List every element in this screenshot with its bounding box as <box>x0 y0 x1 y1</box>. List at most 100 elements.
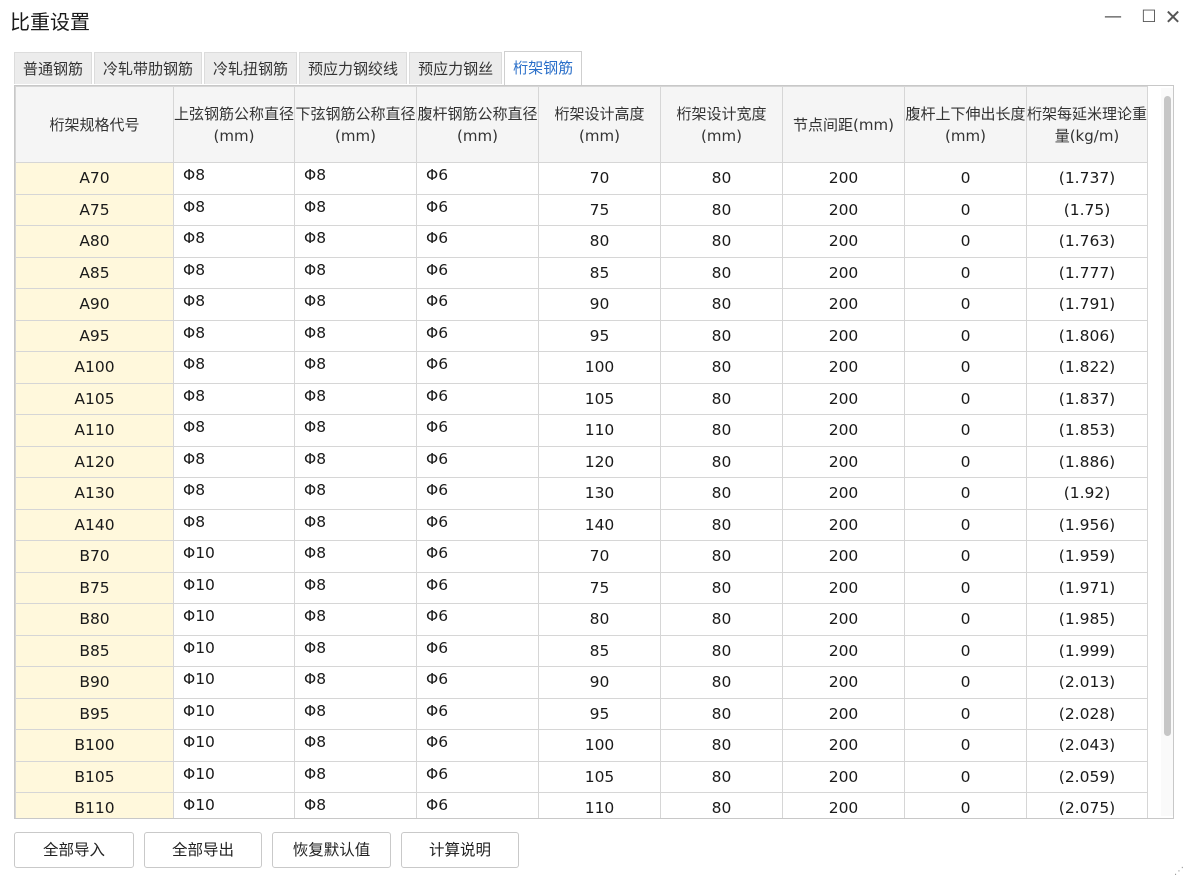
cell-spec-code[interactable]: B100 <box>15 729 174 762</box>
cell-bottom-chord-dia[interactable]: Φ8 <box>294 319 417 352</box>
cell-unit-weight[interactable]: (2.059) <box>1026 760 1148 793</box>
column-header[interactable]: 桁架设计宽度(mm) <box>660 86 783 163</box>
column-header[interactable]: 下弦钢筋公称直径(mm) <box>294 86 417 163</box>
cell-node-spacing[interactable]: 200 <box>782 540 905 573</box>
cell-web-extension[interactable]: 0 <box>904 445 1027 478</box>
cell-node-spacing[interactable]: 200 <box>782 256 905 289</box>
maximize-icon[interactable]: ☐ <box>1136 4 1162 30</box>
cell-web-dia[interactable]: Φ6 <box>416 351 539 384</box>
cell-bottom-chord-dia[interactable]: Φ8 <box>294 256 417 289</box>
restore-default-button[interactable]: 恢复默认值 <box>272 832 391 868</box>
cell-bottom-chord-dia[interactable]: Φ8 <box>294 697 417 730</box>
tab-truss-rebar[interactable]: 桁架钢筋 <box>504 51 583 85</box>
cell-width[interactable]: 80 <box>660 634 783 667</box>
cell-bottom-chord-dia[interactable]: Φ8 <box>294 540 417 573</box>
cell-height[interactable]: 75 <box>538 193 661 226</box>
calc-help-button[interactable]: 计算说明 <box>401 832 519 868</box>
cell-web-extension[interactable]: 0 <box>904 603 1027 636</box>
column-header[interactable]: 桁架设计高度(mm) <box>538 86 661 163</box>
cell-top-chord-dia[interactable]: Φ8 <box>173 477 295 510</box>
cell-spec-code[interactable]: B85 <box>15 634 174 667</box>
cell-spec-code[interactable]: A130 <box>15 477 174 510</box>
table-row[interactable]: A140 Φ8 Φ8 Φ6 140 80 200 0 (1.956) <box>15 508 1148 541</box>
cell-height[interactable]: 120 <box>538 445 661 478</box>
cell-bottom-chord-dia[interactable]: Φ8 <box>294 729 417 762</box>
cell-node-spacing[interactable]: 200 <box>782 414 905 447</box>
cell-web-dia[interactable]: Φ6 <box>416 729 539 762</box>
cell-spec-code[interactable]: B90 <box>15 666 174 699</box>
cell-height[interactable]: 110 <box>538 792 661 818</box>
cell-unit-weight[interactable]: (1.956) <box>1026 508 1148 541</box>
cell-height[interactable]: 80 <box>538 603 661 636</box>
cell-unit-weight[interactable]: (1.75) <box>1026 193 1148 226</box>
cell-bottom-chord-dia[interactable]: Φ8 <box>294 603 417 636</box>
cell-bottom-chord-dia[interactable]: Φ8 <box>294 508 417 541</box>
cell-spec-code[interactable]: A70 <box>15 162 174 195</box>
cell-web-dia[interactable]: Φ6 <box>416 477 539 510</box>
cell-bottom-chord-dia[interactable]: Φ8 <box>294 760 417 793</box>
cell-top-chord-dia[interactable]: Φ10 <box>173 571 295 604</box>
cell-spec-code[interactable]: A120 <box>15 445 174 478</box>
cell-web-extension[interactable]: 0 <box>904 634 1027 667</box>
cell-width[interactable]: 80 <box>660 540 783 573</box>
tab-prestressed-wire[interactable]: 预应力钢丝 <box>409 52 503 84</box>
cell-top-chord-dia[interactable]: Φ10 <box>173 697 295 730</box>
table-row[interactable]: A100 Φ8 Φ8 Φ6 100 80 200 0 (1.822) <box>15 351 1148 384</box>
cell-top-chord-dia[interactable]: Φ10 <box>173 729 295 762</box>
column-header[interactable]: 桁架规格代号 <box>15 86 174 163</box>
table-row[interactable]: A85 Φ8 Φ8 Φ6 85 80 200 0 (1.777) <box>15 256 1148 289</box>
cell-node-spacing[interactable]: 200 <box>782 477 905 510</box>
cell-bottom-chord-dia[interactable]: Φ8 <box>294 351 417 384</box>
cell-web-extension[interactable]: 0 <box>904 162 1027 195</box>
cell-node-spacing[interactable]: 200 <box>782 634 905 667</box>
cell-height[interactable]: 95 <box>538 319 661 352</box>
cell-height[interactable]: 80 <box>538 225 661 258</box>
cell-unit-weight[interactable]: (2.028) <box>1026 697 1148 730</box>
cell-unit-weight[interactable]: (1.999) <box>1026 634 1148 667</box>
cell-unit-weight[interactable]: (1.737) <box>1026 162 1148 195</box>
table-row[interactable]: A95 Φ8 Φ8 Φ6 95 80 200 0 (1.806) <box>15 319 1148 352</box>
table-row[interactable]: A70 Φ8 Φ8 Φ6 70 80 200 0 (1.737) <box>15 162 1148 195</box>
cell-width[interactable]: 80 <box>660 414 783 447</box>
cell-spec-code[interactable]: B105 <box>15 760 174 793</box>
cell-web-dia[interactable]: Φ6 <box>416 508 539 541</box>
cell-unit-weight[interactable]: (1.92) <box>1026 477 1148 510</box>
cell-web-extension[interactable]: 0 <box>904 319 1027 352</box>
cell-web-dia[interactable]: Φ6 <box>416 540 539 573</box>
cell-width[interactable]: 80 <box>660 319 783 352</box>
table-row[interactable]: B105 Φ10 Φ8 Φ6 105 80 200 0 (2.059) <box>15 760 1148 793</box>
cell-unit-weight[interactable]: (1.791) <box>1026 288 1148 321</box>
cell-width[interactable]: 80 <box>660 256 783 289</box>
cell-web-dia[interactable]: Φ6 <box>416 319 539 352</box>
cell-height[interactable]: 90 <box>538 288 661 321</box>
cell-unit-weight[interactable]: (1.806) <box>1026 319 1148 352</box>
tab-cold-rolled-twisted[interactable]: 冷轧扭钢筋 <box>204 52 298 84</box>
cell-height[interactable]: 85 <box>538 256 661 289</box>
cell-top-chord-dia[interactable]: Φ8 <box>173 162 295 195</box>
cell-width[interactable]: 80 <box>660 477 783 510</box>
cell-bottom-chord-dia[interactable]: Φ8 <box>294 445 417 478</box>
cell-height[interactable]: 110 <box>538 414 661 447</box>
table-row[interactable]: A75 Φ8 Φ8 Φ6 75 80 200 0 (1.75) <box>15 193 1148 226</box>
cell-bottom-chord-dia[interactable]: Φ8 <box>294 288 417 321</box>
cell-height[interactable]: 90 <box>538 666 661 699</box>
cell-unit-weight[interactable]: (1.837) <box>1026 382 1148 415</box>
cell-web-dia[interactable]: Φ6 <box>416 193 539 226</box>
cell-width[interactable]: 80 <box>660 571 783 604</box>
cell-node-spacing[interactable]: 200 <box>782 351 905 384</box>
cell-top-chord-dia[interactable]: Φ8 <box>173 445 295 478</box>
table-row[interactable]: B85 Φ10 Φ8 Φ6 85 80 200 0 (1.999) <box>15 634 1148 667</box>
cell-height[interactable]: 70 <box>538 162 661 195</box>
table-row[interactable]: A105 Φ8 Φ8 Φ6 105 80 200 0 (1.837) <box>15 382 1148 415</box>
cell-web-extension[interactable]: 0 <box>904 571 1027 604</box>
cell-height[interactable]: 140 <box>538 508 661 541</box>
table-row[interactable]: B80 Φ10 Φ8 Φ6 80 80 200 0 (1.985) <box>15 603 1148 636</box>
cell-web-dia[interactable]: Φ6 <box>416 445 539 478</box>
cell-width[interactable]: 80 <box>660 351 783 384</box>
cell-spec-code[interactable]: A110 <box>15 414 174 447</box>
cell-bottom-chord-dia[interactable]: Φ8 <box>294 666 417 699</box>
cell-node-spacing[interactable]: 200 <box>782 571 905 604</box>
column-header[interactable]: 腹杆上下伸出长度(mm) <box>904 86 1027 163</box>
cell-width[interactable]: 80 <box>660 508 783 541</box>
cell-spec-code[interactable]: A85 <box>15 256 174 289</box>
